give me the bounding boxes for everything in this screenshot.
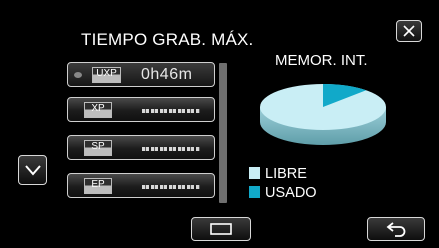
mode-time-placeholder bbox=[142, 147, 200, 151]
scrollbar[interactable] bbox=[219, 63, 227, 203]
mode-time-placeholder bbox=[142, 109, 200, 113]
scroll-down-button[interactable] bbox=[18, 155, 47, 185]
mode-item-xp[interactable]: XP bbox=[67, 97, 215, 122]
mode-badge: SP bbox=[84, 140, 112, 156]
legend-used-swatch bbox=[249, 186, 260, 198]
mode-badge: EP bbox=[84, 178, 112, 194]
memory-pie-chart bbox=[260, 84, 386, 145]
frame-button[interactable] bbox=[191, 217, 251, 241]
led-dot-icon bbox=[74, 72, 82, 78]
page-title: TIEMPO GRAB. MÁX. bbox=[81, 30, 254, 49]
legend-free-swatch bbox=[249, 167, 260, 179]
legend-used: USADO bbox=[249, 185, 317, 201]
legend-free: LIBRE bbox=[249, 166, 307, 182]
rectangle-frame-icon bbox=[210, 223, 232, 235]
back-button[interactable] bbox=[367, 217, 425, 241]
close-x-icon bbox=[403, 25, 415, 37]
chevron-down-icon bbox=[24, 165, 41, 176]
mode-item-sp[interactable]: SP bbox=[67, 135, 215, 160]
return-arrow-icon bbox=[386, 222, 406, 237]
mode-time-value: 0h46m bbox=[141, 66, 193, 83]
close-button[interactable] bbox=[396, 20, 422, 42]
legend-used-label: USADO bbox=[265, 185, 317, 201]
mode-badge: XP bbox=[84, 102, 112, 118]
mode-item-ep[interactable]: EP bbox=[67, 173, 215, 198]
mode-item-uxp[interactable]: UXP 0h46m bbox=[67, 62, 215, 87]
mode-time-placeholder bbox=[142, 185, 200, 189]
memory-title: MEMOR. INT. bbox=[275, 52, 368, 69]
legend-free-label: LIBRE bbox=[265, 166, 307, 182]
mode-badge: UXP bbox=[92, 67, 121, 83]
